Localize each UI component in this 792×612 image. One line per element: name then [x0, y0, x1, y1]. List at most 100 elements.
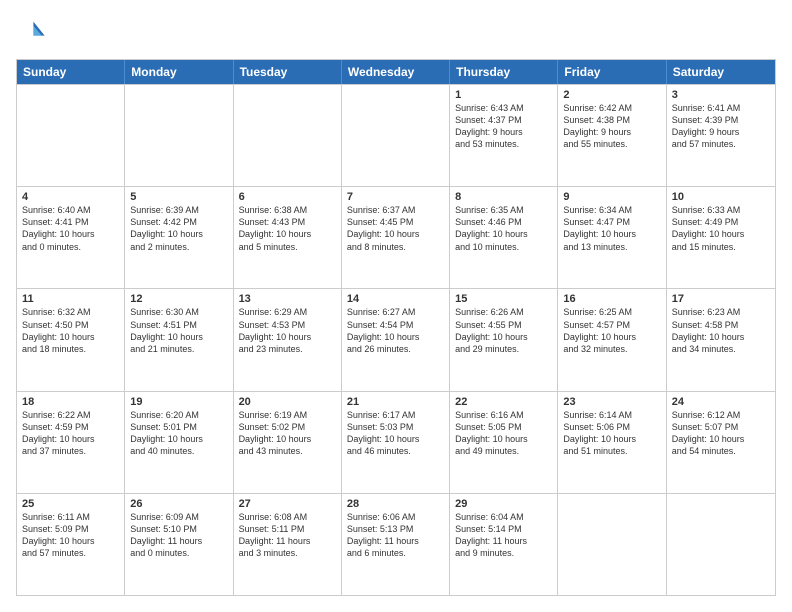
day-number: 28 — [347, 498, 444, 510]
header-day-monday: Monday — [125, 60, 233, 84]
day-number: 18 — [22, 396, 119, 408]
page: SundayMondayTuesdayWednesdayThursdayFrid… — [0, 0, 792, 612]
cal-cell — [17, 85, 125, 186]
header-day-saturday: Saturday — [667, 60, 775, 84]
day-number: 5 — [130, 191, 227, 203]
cal-cell: 18Sunrise: 6:22 AM Sunset: 4:59 PM Dayli… — [17, 392, 125, 493]
calendar-header: SundayMondayTuesdayWednesdayThursdayFrid… — [17, 60, 775, 84]
day-info: Sunrise: 6:35 AM Sunset: 4:46 PM Dayligh… — [455, 204, 552, 253]
day-number: 3 — [672, 89, 770, 101]
day-info: Sunrise: 6:29 AM Sunset: 4:53 PM Dayligh… — [239, 306, 336, 355]
cal-cell: 5Sunrise: 6:39 AM Sunset: 4:42 PM Daylig… — [125, 187, 233, 288]
day-info: Sunrise: 6:17 AM Sunset: 5:03 PM Dayligh… — [347, 409, 444, 458]
cal-cell: 15Sunrise: 6:26 AM Sunset: 4:55 PM Dayli… — [450, 289, 558, 390]
header-day-wednesday: Wednesday — [342, 60, 450, 84]
day-number: 8 — [455, 191, 552, 203]
day-number: 7 — [347, 191, 444, 203]
week-row-5: 25Sunrise: 6:11 AM Sunset: 5:09 PM Dayli… — [17, 493, 775, 595]
day-info: Sunrise: 6:30 AM Sunset: 4:51 PM Dayligh… — [130, 306, 227, 355]
cal-cell: 26Sunrise: 6:09 AM Sunset: 5:10 PM Dayli… — [125, 494, 233, 595]
day-info: Sunrise: 6:38 AM Sunset: 4:43 PM Dayligh… — [239, 204, 336, 253]
day-number: 10 — [672, 191, 770, 203]
day-info: Sunrise: 6:27 AM Sunset: 4:54 PM Dayligh… — [347, 306, 444, 355]
cal-cell: 20Sunrise: 6:19 AM Sunset: 5:02 PM Dayli… — [234, 392, 342, 493]
cal-cell: 7Sunrise: 6:37 AM Sunset: 4:45 PM Daylig… — [342, 187, 450, 288]
day-info: Sunrise: 6:34 AM Sunset: 4:47 PM Dayligh… — [563, 204, 660, 253]
day-number: 22 — [455, 396, 552, 408]
day-number: 2 — [563, 89, 660, 101]
day-number: 11 — [22, 293, 119, 305]
cal-cell: 10Sunrise: 6:33 AM Sunset: 4:49 PM Dayli… — [667, 187, 775, 288]
header-day-tuesday: Tuesday — [234, 60, 342, 84]
header — [16, 16, 776, 49]
day-info: Sunrise: 6:41 AM Sunset: 4:39 PM Dayligh… — [672, 102, 770, 151]
week-row-3: 11Sunrise: 6:32 AM Sunset: 4:50 PM Dayli… — [17, 288, 775, 390]
cal-cell: 27Sunrise: 6:08 AM Sunset: 5:11 PM Dayli… — [234, 494, 342, 595]
header-day-sunday: Sunday — [17, 60, 125, 84]
day-number: 9 — [563, 191, 660, 203]
cal-cell — [558, 494, 666, 595]
day-info: Sunrise: 6:23 AM Sunset: 4:58 PM Dayligh… — [672, 306, 770, 355]
day-number: 24 — [672, 396, 770, 408]
week-row-1: 1Sunrise: 6:43 AM Sunset: 4:37 PM Daylig… — [17, 84, 775, 186]
day-number: 21 — [347, 396, 444, 408]
day-number: 16 — [563, 293, 660, 305]
day-number: 12 — [130, 293, 227, 305]
cal-cell: 19Sunrise: 6:20 AM Sunset: 5:01 PM Dayli… — [125, 392, 233, 493]
day-number: 25 — [22, 498, 119, 510]
cal-cell: 1Sunrise: 6:43 AM Sunset: 4:37 PM Daylig… — [450, 85, 558, 186]
cal-cell: 12Sunrise: 6:30 AM Sunset: 4:51 PM Dayli… — [125, 289, 233, 390]
day-info: Sunrise: 6:37 AM Sunset: 4:45 PM Dayligh… — [347, 204, 444, 253]
day-number: 27 — [239, 498, 336, 510]
cal-cell: 14Sunrise: 6:27 AM Sunset: 4:54 PM Dayli… — [342, 289, 450, 390]
day-number: 15 — [455, 293, 552, 305]
day-info: Sunrise: 6:14 AM Sunset: 5:06 PM Dayligh… — [563, 409, 660, 458]
day-info: Sunrise: 6:16 AM Sunset: 5:05 PM Dayligh… — [455, 409, 552, 458]
week-row-4: 18Sunrise: 6:22 AM Sunset: 4:59 PM Dayli… — [17, 391, 775, 493]
cal-cell: 6Sunrise: 6:38 AM Sunset: 4:43 PM Daylig… — [234, 187, 342, 288]
day-number: 19 — [130, 396, 227, 408]
cal-cell: 3Sunrise: 6:41 AM Sunset: 4:39 PM Daylig… — [667, 85, 775, 186]
week-row-2: 4Sunrise: 6:40 AM Sunset: 4:41 PM Daylig… — [17, 186, 775, 288]
day-info: Sunrise: 6:39 AM Sunset: 4:42 PM Dayligh… — [130, 204, 227, 253]
cal-cell: 22Sunrise: 6:16 AM Sunset: 5:05 PM Dayli… — [450, 392, 558, 493]
cal-cell: 29Sunrise: 6:04 AM Sunset: 5:14 PM Dayli… — [450, 494, 558, 595]
day-info: Sunrise: 6:32 AM Sunset: 4:50 PM Dayligh… — [22, 306, 119, 355]
day-info: Sunrise: 6:26 AM Sunset: 4:55 PM Dayligh… — [455, 306, 552, 355]
calendar-body: 1Sunrise: 6:43 AM Sunset: 4:37 PM Daylig… — [17, 84, 775, 595]
logo-icon — [18, 16, 46, 44]
cal-cell — [342, 85, 450, 186]
day-number: 4 — [22, 191, 119, 203]
day-info: Sunrise: 6:20 AM Sunset: 5:01 PM Dayligh… — [130, 409, 227, 458]
calendar: SundayMondayTuesdayWednesdayThursdayFrid… — [16, 59, 776, 596]
cal-cell: 13Sunrise: 6:29 AM Sunset: 4:53 PM Dayli… — [234, 289, 342, 390]
day-info: Sunrise: 6:19 AM Sunset: 5:02 PM Dayligh… — [239, 409, 336, 458]
cal-cell: 21Sunrise: 6:17 AM Sunset: 5:03 PM Dayli… — [342, 392, 450, 493]
cal-cell — [667, 494, 775, 595]
day-number: 14 — [347, 293, 444, 305]
cal-cell — [125, 85, 233, 186]
day-info: Sunrise: 6:09 AM Sunset: 5:10 PM Dayligh… — [130, 511, 227, 560]
day-number: 6 — [239, 191, 336, 203]
day-info: Sunrise: 6:12 AM Sunset: 5:07 PM Dayligh… — [672, 409, 770, 458]
cal-cell: 24Sunrise: 6:12 AM Sunset: 5:07 PM Dayli… — [667, 392, 775, 493]
day-info: Sunrise: 6:43 AM Sunset: 4:37 PM Dayligh… — [455, 102, 552, 151]
header-day-friday: Friday — [558, 60, 666, 84]
cal-cell: 11Sunrise: 6:32 AM Sunset: 4:50 PM Dayli… — [17, 289, 125, 390]
cal-cell: 17Sunrise: 6:23 AM Sunset: 4:58 PM Dayli… — [667, 289, 775, 390]
day-number: 1 — [455, 89, 552, 101]
cal-cell: 16Sunrise: 6:25 AM Sunset: 4:57 PM Dayli… — [558, 289, 666, 390]
cal-cell — [234, 85, 342, 186]
day-number: 29 — [455, 498, 552, 510]
day-number: 23 — [563, 396, 660, 408]
day-info: Sunrise: 6:08 AM Sunset: 5:11 PM Dayligh… — [239, 511, 336, 560]
cal-cell: 23Sunrise: 6:14 AM Sunset: 5:06 PM Dayli… — [558, 392, 666, 493]
day-number: 20 — [239, 396, 336, 408]
day-info: Sunrise: 6:40 AM Sunset: 4:41 PM Dayligh… — [22, 204, 119, 253]
day-info: Sunrise: 6:33 AM Sunset: 4:49 PM Dayligh… — [672, 204, 770, 253]
day-number: 17 — [672, 293, 770, 305]
cal-cell: 4Sunrise: 6:40 AM Sunset: 4:41 PM Daylig… — [17, 187, 125, 288]
day-info: Sunrise: 6:25 AM Sunset: 4:57 PM Dayligh… — [563, 306, 660, 355]
day-info: Sunrise: 6:04 AM Sunset: 5:14 PM Dayligh… — [455, 511, 552, 560]
cal-cell: 8Sunrise: 6:35 AM Sunset: 4:46 PM Daylig… — [450, 187, 558, 288]
